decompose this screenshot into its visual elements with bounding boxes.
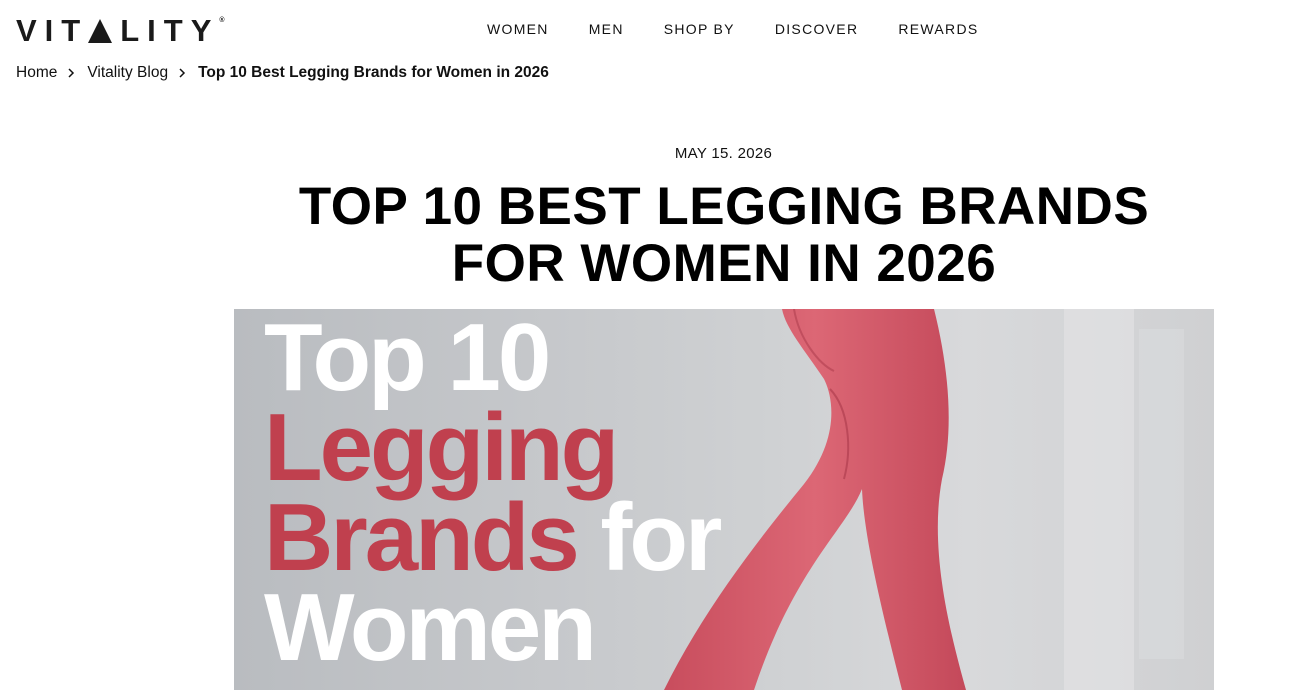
logo-triangle-icon (88, 19, 113, 43)
logo-registered-mark: ® (219, 17, 225, 24)
nav-discover[interactable]: DISCOVER (775, 21, 859, 37)
breadcrumb-current: Top 10 Best Legging Brands for Women in … (198, 64, 549, 81)
hero-line-1: Top 10 (264, 309, 551, 411)
breadcrumb: Home Vitality Blog Top 10 Best Legging B… (16, 64, 549, 82)
article-title-line-1: TOP 10 BEST LEGGING BRANDS (298, 177, 1150, 236)
hero-line-2: Legging (264, 394, 619, 501)
hero-line-3b: for (576, 484, 722, 591)
logo-letters-2: LITY (120, 13, 220, 48)
nav-rewards[interactable]: REWARDS (898, 21, 978, 37)
article-title: TOP 10 BEST LEGGING BRANDS FOR WOMEN IN … (234, 178, 1214, 292)
hero-line-4: Women (264, 574, 597, 681)
nav-women[interactable]: WOMEN (487, 21, 549, 37)
vitality-logo[interactable]: VIT LITY ® (16, 13, 225, 49)
main-nav: WOMEN MEN SHOP BY DISCOVER REWARDS (487, 21, 979, 37)
hero-image: Top 10 Legging Brands for Women (234, 309, 1214, 690)
article-date: MAY 15. 2026 (674, 145, 773, 162)
article-title-line-2: FOR WOMEN IN 2026 (451, 234, 997, 293)
chevron-right-icon (178, 67, 186, 79)
hero-headline: Top 10 Legging Brands for Women (264, 309, 722, 681)
breadcrumb-home[interactable]: Home (16, 64, 57, 82)
logo-letters-1: VIT (16, 13, 89, 48)
chevron-right-icon (67, 67, 75, 79)
breadcrumb-blog[interactable]: Vitality Blog (87, 64, 168, 82)
nav-men[interactable]: MEN (589, 21, 624, 37)
nav-shop-by[interactable]: SHOP BY (664, 21, 735, 37)
